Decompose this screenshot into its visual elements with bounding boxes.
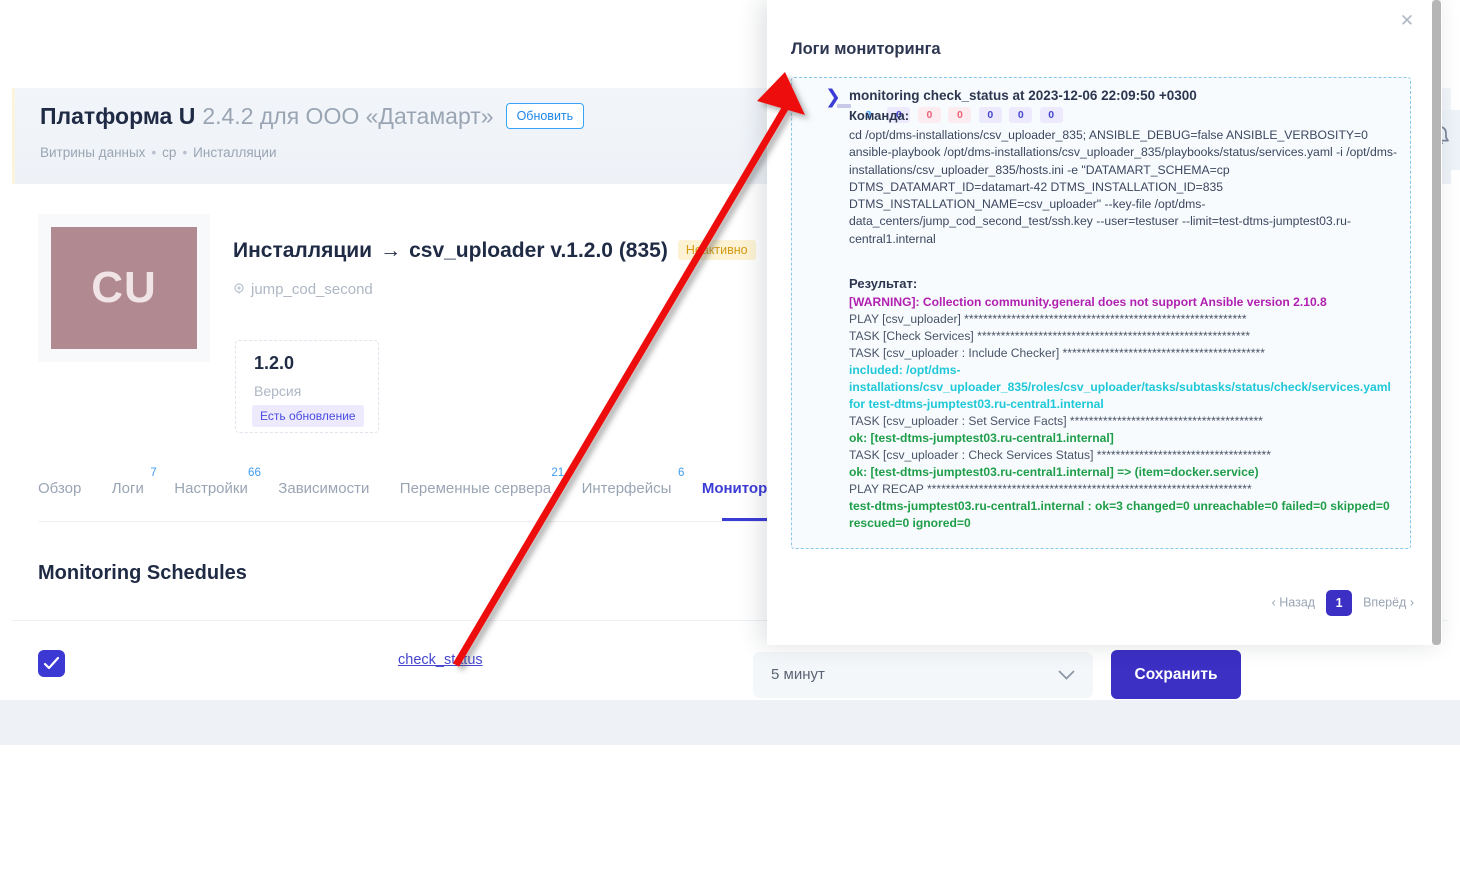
pagination-next[interactable]: Вперёд › [1363, 595, 1414, 609]
counter-badge: 0 [1040, 107, 1063, 123]
breadcrumb: Витрины данных • cp • Инсталляции [40, 145, 277, 160]
log-entry-header: monitoring check_status at 2023-12-06 22… [849, 87, 1404, 124]
tab-label: Переменные сервера [400, 480, 551, 497]
page-bottom-band [0, 700, 1460, 745]
pagination: ‹ Назад 1 Вперёд › [1272, 590, 1414, 616]
version-number: 1.2.0 [254, 353, 294, 374]
tab-label: Зависимости [278, 480, 369, 497]
breadcrumb-item-0[interactable]: Витрины данных [40, 145, 145, 160]
app-version-text: 2.4.2 для ООО «Датамарт» [202, 103, 493, 129]
arrow-right-icon: → [380, 239, 401, 262]
tab-label: Интерфейсы [582, 480, 672, 497]
output-line: TASK [csv_uploader : Include Checker] **… [849, 345, 1405, 362]
status-badge: Неактивно [678, 240, 756, 260]
save-button[interactable]: Сохранить [1111, 650, 1241, 699]
output-line: TASK [csv_uploader : Check Services Stat… [849, 447, 1405, 464]
pagination-page-1[interactable]: 1 [1326, 590, 1352, 616]
output-line: included: /opt/dms-installations/csv_upl… [849, 362, 1405, 413]
installation-heading-prefix: Инсталляции [233, 239, 372, 262]
breadcrumb-item-2[interactable]: Инсталляции [193, 145, 276, 160]
breadcrumb-separator: • [151, 145, 156, 160]
schedule-interval-select[interactable]: 5 минут [753, 652, 1093, 698]
output-line: TASK [Check Services] ******************… [849, 328, 1405, 345]
schedule-interval-value: 5 минут [771, 666, 825, 683]
tab-count: 66 [248, 467, 261, 479]
pagination-prev[interactable]: ‹ Назад [1272, 595, 1315, 609]
output-line: [WARNING]: Collection community.general … [849, 294, 1405, 311]
tab-label: Настройки [174, 480, 248, 497]
section-title-monitoring-schedules: Monitoring Schedules [38, 562, 247, 585]
counter-badge: 0 [1009, 107, 1032, 123]
modal-scrollbar[interactable] [1432, 0, 1441, 645]
tab-zavisimosti[interactable]: Зависимости [278, 480, 369, 513]
tab-count: 21 [551, 467, 564, 479]
version-card: 1.2.0 Версия Есть обновление [235, 340, 379, 433]
screen-root: Платформа U 2.4.2 для ООО «Датамарт» Обнов… [0, 0, 1460, 874]
breadcrumb-item-1[interactable]: cp [162, 145, 176, 160]
tab-label: Обзор [38, 480, 81, 497]
log-entry-heading: monitoring check_status at 2023-12-06 22… [849, 88, 1197, 103]
tab-interfeysy[interactable]: Интерфейсы 6 [582, 480, 672, 513]
app-brand: Платформа U [40, 103, 195, 129]
tab-peremennye-servera[interactable]: Переменные сервера 21 [400, 480, 551, 513]
result-label: Результат: [849, 276, 917, 291]
monitoring-logs-modal: ✕ Логи мониторинга ❯ monitoring check_st… [767, 0, 1442, 645]
output-line: ok: [test-dtms-jumptest03.ru-central1.in… [849, 430, 1405, 447]
datacenter-line: jump_cod_second [233, 281, 373, 298]
log-entry-card: ❯ monitoring check_status at 2023-12-06 … [791, 77, 1411, 549]
command-label: Команда: [849, 108, 909, 123]
schedule-enabled-checkbox[interactable] [38, 650, 65, 677]
counter-badge: 0 [918, 107, 941, 123]
output-line: TASK [csv_uploader : Set Service Facts] … [849, 413, 1405, 430]
close-icon[interactable]: ✕ [1396, 10, 1418, 32]
terminal-prompt-icon: ❯ [825, 86, 841, 109]
installation-heading-name: csv_uploader v.1.2.0 (835) [409, 239, 668, 262]
counter-badge: 0 [948, 107, 971, 123]
update-available-chip: Есть обновление [252, 405, 364, 427]
tab-count: 7 [150, 467, 156, 479]
chevron-down-icon [1058, 668, 1075, 686]
tab-nastroyki[interactable]: Настройки 66 [174, 480, 248, 513]
installation-avatar: CU [51, 227, 197, 349]
counter-badge: 0 [979, 107, 1002, 123]
tab-count: 6 [678, 467, 684, 479]
tab-label: Логи [112, 480, 144, 497]
page-title: Платформа U 2.4.2 для ООО «Датамарт» Обнов… [40, 103, 584, 133]
command-text: cd /opt/dms-installations/csv_uploader_8… [849, 127, 1402, 248]
output-line: ok: [test-dtms-jumptest03.ru-central1.in… [849, 464, 1405, 481]
ansible-output: [WARNING]: Collection community.general … [849, 294, 1405, 532]
modal-title: Логи мониторинга [791, 40, 941, 59]
tab-logi[interactable]: Логи 7 [112, 480, 144, 513]
output-line: PLAY [csv_uploader] ********************… [849, 311, 1405, 328]
update-button[interactable]: Обновить [506, 103, 585, 129]
version-label: Версия [254, 383, 301, 399]
modal-scrollbar-thumb[interactable] [1432, 0, 1441, 645]
output-line: PLAY RECAP *****************************… [849, 481, 1405, 498]
installation-heading: Инсталляции → csv_uploader v.1.2.0 (835) Не… [233, 239, 756, 263]
tab-obzor[interactable]: Обзор [38, 480, 81, 513]
output-line: test-dtms-jumptest03.ru-central1.interna… [849, 498, 1405, 532]
datacenter-name: jump_cod_second [251, 281, 373, 298]
schedule-name-link[interactable]: check_status [398, 652, 483, 668]
breadcrumb-separator: • [182, 145, 187, 160]
location-pin-icon [233, 282, 245, 294]
